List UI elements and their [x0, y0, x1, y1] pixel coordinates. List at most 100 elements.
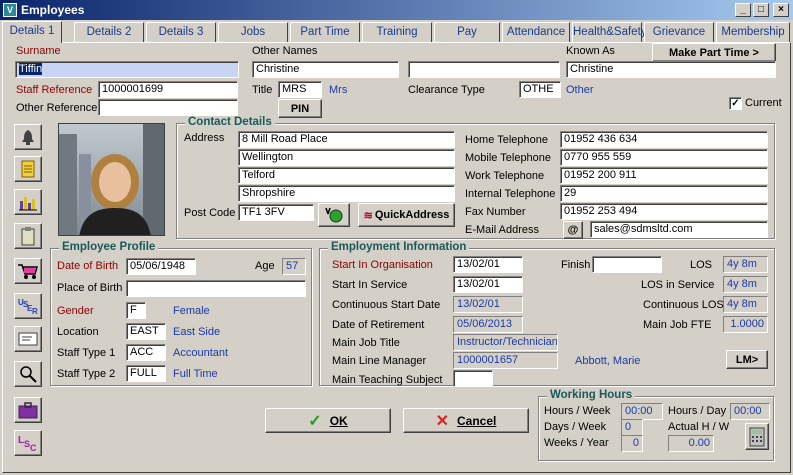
clearance-type-field[interactable]: OTHE	[519, 81, 561, 98]
shopping-cart-icon	[18, 264, 38, 279]
tab-membership[interactable]: Membership	[716, 22, 790, 42]
briefcase-icon	[18, 402, 38, 419]
clearance-type-label: Clearance Type	[408, 84, 485, 96]
weeks-per-year-label: Weeks / Year	[544, 437, 609, 449]
clearance-type-description: Other	[566, 84, 594, 96]
pin-button[interactable]: PIN	[278, 99, 322, 118]
date-of-retirement-value: 05/06/2013	[453, 316, 523, 333]
tab-pay[interactable]: Pay	[434, 22, 500, 42]
known-as-label: Known As	[566, 45, 615, 57]
cancel-label: Cancel	[457, 413, 497, 428]
start-in-service-label: Start In Service	[332, 279, 408, 291]
tab-attendance[interactable]: Attendance	[502, 22, 570, 42]
location-field[interactable]: EAST	[126, 323, 166, 340]
tab-details-3[interactable]: Details 3	[146, 22, 216, 42]
address-line-1[interactable]: 8 Mill Road Place	[238, 131, 455, 148]
globe-lookup-icon	[325, 207, 343, 223]
fax-number-field[interactable]: 01952 253 494	[560, 203, 768, 220]
tab-grievance[interactable]: Grievance	[644, 22, 714, 42]
other-reference-field[interactable]	[98, 99, 238, 116]
date-of-birth-field[interactable]: 05/06/1948	[126, 258, 196, 275]
work-telephone-label: Work Telephone	[465, 170, 545, 182]
mobile-telephone-field[interactable]: 0770 955 559	[560, 149, 768, 166]
tab-jobs[interactable]: Jobs	[218, 22, 288, 42]
quick-address-waves-icon: ≋	[363, 209, 373, 222]
email-button[interactable]: @	[563, 221, 583, 239]
tab-part-time[interactable]: Part Time	[290, 22, 360, 42]
cancel-button[interactable]: ✕ Cancel	[403, 408, 529, 433]
known-as-field[interactable]: Christine	[566, 61, 776, 78]
ok-button[interactable]: ✓ OK	[265, 408, 391, 433]
clipboard-button[interactable]	[14, 223, 42, 249]
address-label: Address	[184, 132, 225, 144]
internal-telephone-field[interactable]: 29	[560, 185, 768, 202]
staff-type-2-field[interactable]: FULL	[126, 365, 166, 382]
card-button[interactable]	[14, 326, 42, 352]
los-in-service-label: LOS in Service	[641, 279, 715, 291]
start-in-service-field[interactable]: 13/02/01	[453, 276, 523, 293]
home-telephone-field[interactable]: 01952 436 634	[560, 131, 768, 148]
cart-button[interactable]	[14, 258, 42, 284]
surname-label: Surname	[16, 45, 61, 57]
post-code-field[interactable]: TF1 3FV	[238, 204, 314, 221]
close-button[interactable]: ×	[773, 3, 789, 17]
gender-description: Female	[173, 305, 210, 317]
search-people-button[interactable]	[14, 361, 42, 387]
other-names-field-2[interactable]	[408, 61, 560, 78]
id-card-icon	[18, 332, 38, 346]
quick-address-label: QuickAddress	[374, 209, 450, 221]
weeks-per-year-value: 0	[621, 435, 643, 452]
hours-per-day-value: 00:00	[730, 403, 770, 420]
window-title: Employees	[21, 3, 85, 17]
lsc-button[interactable]: LSC	[14, 430, 42, 456]
work-telephone-field[interactable]: 01952 200 911	[560, 167, 768, 184]
user-button[interactable]: USER	[14, 293, 42, 319]
actual-hours-week-label: Actual H / W	[668, 421, 730, 433]
internal-telephone-label: Internal Telephone	[465, 188, 556, 200]
fax-number-label: Fax Number	[465, 206, 526, 218]
other-names-field[interactable]: Christine	[252, 61, 399, 78]
bell-button[interactable]	[14, 124, 42, 150]
hours-per-week-value: 00:00	[621, 403, 663, 420]
gender-field[interactable]: F	[126, 302, 146, 319]
tab-health-safety[interactable]: Health&Safety	[572, 22, 647, 42]
email-address-field[interactable]: sales@sdmsltd.com	[590, 221, 768, 238]
line-manager-button[interactable]: LM>	[726, 350, 768, 369]
actual-hours-week-value: 0.00	[668, 435, 714, 452]
main-teaching-subject-field[interactable]	[453, 370, 493, 387]
staff-type-2-description: Full Time	[173, 368, 218, 380]
finish-label: Finish	[561, 259, 591, 271]
main-teaching-subject-label: Main Teaching Subject	[332, 374, 443, 386]
calculator-icon	[749, 427, 765, 446]
finish-field[interactable]	[592, 256, 662, 273]
bar-chart-icon	[19, 197, 37, 211]
tab-details-2[interactable]: Details 2	[74, 22, 144, 42]
chart-button[interactable]	[14, 189, 42, 215]
staff-type-1-field[interactable]: ACC	[126, 344, 166, 361]
title-label: Title	[252, 84, 273, 96]
address-line-4[interactable]: Shropshire	[238, 185, 455, 202]
tab-training[interactable]: Training	[362, 22, 432, 42]
start-in-organisation-field[interactable]: 13/02/01	[453, 256, 523, 273]
date-of-birth-label: Date of Birth	[57, 260, 119, 272]
maximize-button[interactable]: □	[753, 3, 769, 17]
postcode-lookup-button[interactable]	[318, 203, 350, 227]
minimize-button[interactable]: _	[735, 3, 751, 17]
make-part-time-button[interactable]: Make Part Time >	[652, 43, 776, 62]
surname-field[interactable]: Tiffin	[15, 61, 239, 78]
continuous-los-value: 4y 8m	[723, 296, 768, 313]
employee-photo	[58, 123, 165, 236]
place-of-birth-field[interactable]	[126, 280, 306, 297]
post-code-label: Post Code	[184, 207, 236, 219]
calculator-button[interactable]	[745, 423, 769, 450]
title-field[interactable]: MRS	[278, 81, 322, 98]
address-line-2[interactable]: Wellington	[238, 149, 455, 166]
address-line-3[interactable]: Telford	[238, 167, 455, 184]
tab-details-1[interactable]: Details 1	[2, 21, 62, 43]
notes-button[interactable]	[14, 156, 42, 182]
magnifier-people-icon	[20, 366, 37, 383]
quick-address-button[interactable]: ≋ QuickAddress	[358, 203, 455, 227]
staff-reference-field[interactable]: 1000001699	[98, 81, 238, 98]
briefcase-button[interactable]	[14, 397, 42, 423]
current-checkbox[interactable]: ✓	[729, 97, 742, 110]
